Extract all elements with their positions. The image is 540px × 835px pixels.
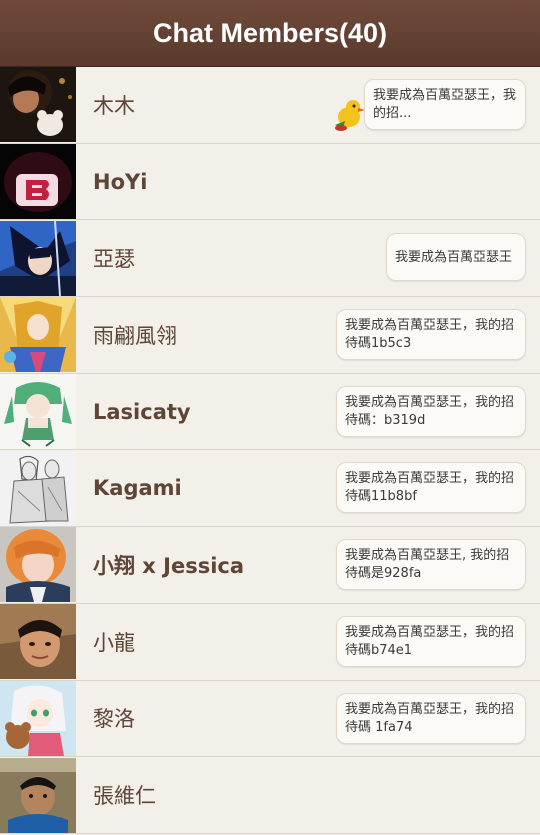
member-avatar[interactable] bbox=[0, 67, 76, 143]
last-message-text: 我要成為百萬亞瑟王, 我的招待碼是928fa bbox=[345, 548, 510, 582]
member-name: HoYi bbox=[93, 169, 148, 194]
last-message-bubble: 我要成為百萬亞瑟王，我的招待碼b74e1 bbox=[336, 615, 526, 667]
member-avatar[interactable] bbox=[0, 297, 76, 373]
member-avatar[interactable] bbox=[0, 374, 76, 450]
last-message-text: 我要成為百萬亞瑟王，我的招待碼11b8bf bbox=[345, 471, 515, 505]
member-avatar[interactable] bbox=[0, 144, 76, 220]
member-row[interactable]: Lasicaty 我要成為百萬亞瑟王，我的招待碼：b319d bbox=[0, 373, 540, 451]
member-avatar[interactable] bbox=[0, 680, 76, 756]
member-name: 小龍 bbox=[93, 630, 135, 655]
last-message-bubble: 我要成為百萬亞瑟王，我的招待碼 1fa74 bbox=[336, 692, 526, 744]
page-title: Chat Members(40) bbox=[152, 17, 388, 48]
member-row[interactable]: 小龍 我要成為百萬亞瑟王，我的招待碼b74e1 bbox=[0, 603, 540, 681]
last-message-bubble: 我要成為百萬亞瑟王，我的招... bbox=[364, 79, 526, 130]
member-row[interactable]: 黎洛 我要成為百萬亞瑟王，我的招待碼 1fa74 bbox=[0, 680, 540, 758]
last-message-bubble: 我要成為百萬亞瑟王，我的招待碼：b319d bbox=[336, 385, 526, 437]
member-name: Kagami bbox=[93, 476, 182, 501]
member-avatar[interactable] bbox=[0, 604, 76, 680]
member-row[interactable]: 雨翩風翎 我要成為百萬亞瑟王，我的招待碼1b5c3 bbox=[0, 297, 540, 374]
last-message-text: 我要成為百萬亞瑟王，我的招待碼 1fa74 bbox=[345, 701, 515, 735]
member-name: 雨翩風翎 bbox=[93, 323, 177, 348]
last-message-text: 我要成為百萬亞瑟王，我的招待碼b74e1 bbox=[345, 624, 515, 658]
member-name: 小翔 x Jessica bbox=[93, 553, 245, 578]
member-name: 木木 bbox=[93, 93, 135, 118]
member-row[interactable]: 小翔 x Jessica 我要成為百萬亞瑟王, 我的招待碼是928fa bbox=[0, 527, 540, 604]
last-message-bubble: 我要成為百萬亞瑟王, 我的招待碼是928fa bbox=[336, 539, 526, 591]
last-message-text: 我要成為百萬亞瑟王，我的招待碼1b5c3 bbox=[345, 318, 515, 352]
member-row[interactable]: Kagami 我要成為百萬亞瑟王，我的招待碼11b8bf bbox=[0, 450, 540, 528]
last-message-text: 我要成為百萬亞瑟王，我的招... bbox=[373, 88, 517, 121]
member-avatar[interactable] bbox=[0, 527, 76, 603]
member-row[interactable]: 張維仁 bbox=[0, 757, 540, 834]
member-row[interactable]: 木木 我要成為百萬亞瑟王，我的招... bbox=[0, 67, 540, 144]
last-message-bubble: 我要成為百萬亞瑟王，我的招待碼11b8bf bbox=[336, 462, 526, 514]
member-avatar[interactable] bbox=[0, 450, 76, 526]
member-avatar[interactable] bbox=[0, 220, 76, 296]
member-list: 木木 我要成為百萬亞瑟王，我的招... HoYi 亞瑟 我要成為百萬亞瑟王 雨翩… bbox=[0, 67, 540, 834]
member-row[interactable]: HoYi bbox=[0, 143, 540, 221]
member-name: Lasicaty bbox=[93, 399, 191, 424]
duck-sticker-icon bbox=[335, 100, 365, 131]
chat-members-header: Chat Members(40) bbox=[0, 0, 540, 67]
member-avatar[interactable] bbox=[0, 757, 76, 833]
member-name: 亞瑟 bbox=[93, 247, 135, 272]
member-name: 黎洛 bbox=[93, 707, 135, 732]
last-message-bubble: 我要成為百萬亞瑟王 bbox=[386, 233, 526, 282]
last-message-bubble: 我要成為百萬亞瑟王，我的招待碼1b5c3 bbox=[336, 309, 526, 361]
last-message-text: 我要成為百萬亞瑟王，我的招待碼：b319d bbox=[345, 394, 515, 428]
last-message-text: 我要成為百萬亞瑟王 bbox=[395, 249, 513, 265]
member-name: 張維仁 bbox=[93, 784, 156, 809]
member-row[interactable]: 亞瑟 我要成為百萬亞瑟王 bbox=[0, 220, 540, 298]
